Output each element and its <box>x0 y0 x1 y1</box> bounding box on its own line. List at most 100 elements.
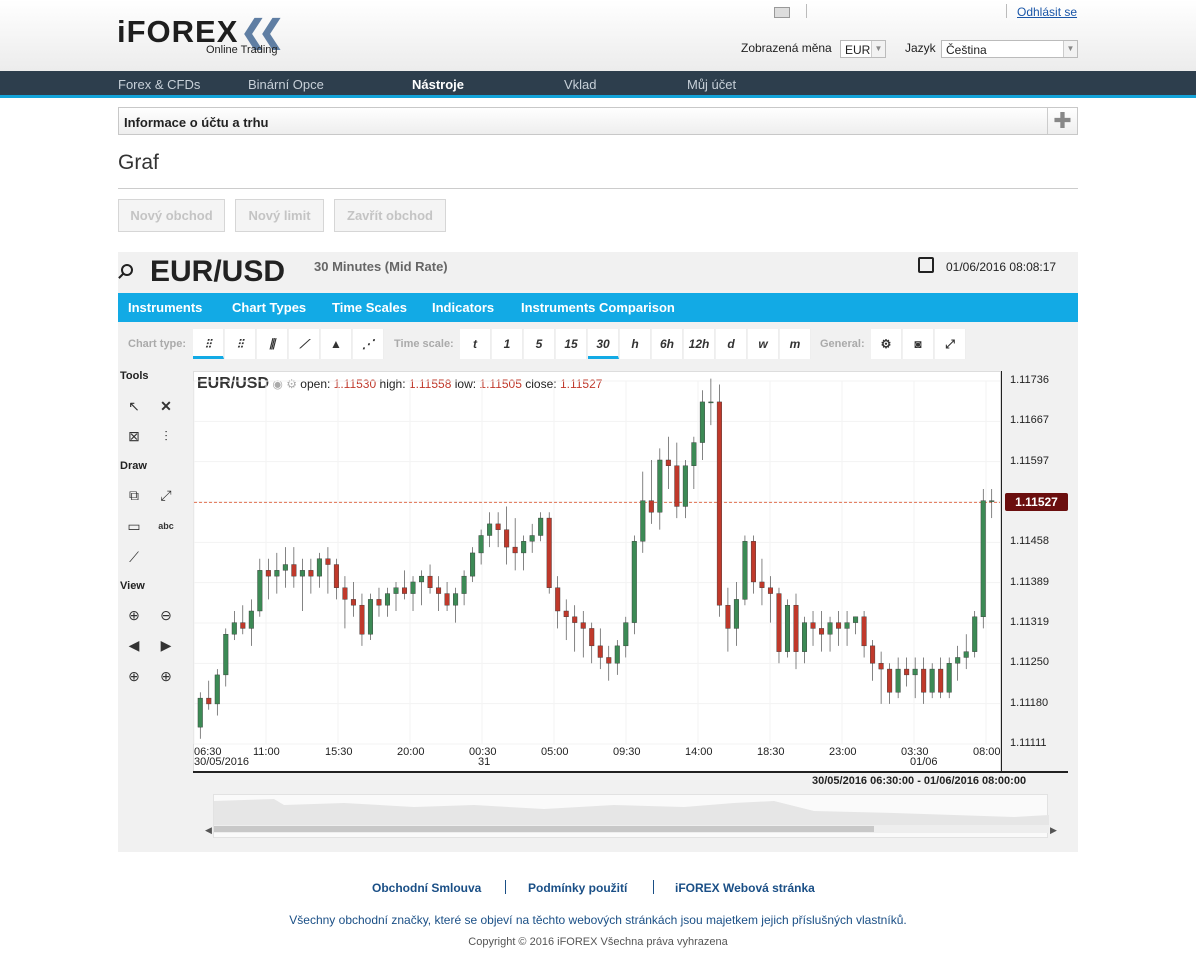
candle-body[interactable] <box>504 529 510 548</box>
candle-body[interactable] <box>521 541 527 554</box>
candle-body[interactable] <box>231 622 237 635</box>
candle-body[interactable] <box>572 616 578 623</box>
candle-body[interactable] <box>767 587 773 594</box>
candle-body[interactable] <box>887 668 893 693</box>
candle-body[interactable] <box>827 622 833 635</box>
candle-body[interactable] <box>759 581 765 588</box>
candle-body[interactable] <box>563 610 569 618</box>
candle-body[interactable] <box>350 599 356 606</box>
candle-body[interactable] <box>487 523 493 536</box>
candle-body[interactable] <box>240 622 246 629</box>
candle-body[interactable] <box>453 593 459 606</box>
candle-body[interactable] <box>265 570 271 577</box>
candle-body[interactable] <box>299 570 305 577</box>
candle-body[interactable] <box>223 634 229 676</box>
candle-body[interactable] <box>733 599 739 629</box>
candle-body[interactable] <box>938 668 944 693</box>
candle-body[interactable] <box>980 500 986 618</box>
candle-body[interactable] <box>708 401 714 404</box>
candle-body[interactable] <box>376 599 382 606</box>
candle-body[interactable] <box>274 570 280 577</box>
candle-body[interactable] <box>895 668 901 693</box>
candle-body[interactable] <box>623 622 629 647</box>
candle-body[interactable] <box>512 546 518 554</box>
candle-body[interactable] <box>742 541 748 600</box>
candle-body[interactable] <box>776 593 782 652</box>
candle-body[interactable] <box>546 517 552 588</box>
navigator-left-arrow-icon[interactable]: ◀ <box>205 825 212 836</box>
candle-body[interactable] <box>444 593 450 606</box>
candle-body[interactable] <box>989 500 995 502</box>
candle-body[interactable] <box>597 645 603 658</box>
candle-body[interactable] <box>929 668 935 693</box>
candle-body[interactable] <box>410 581 416 594</box>
candle-body[interactable] <box>495 523 501 530</box>
candle-body[interactable] <box>197 697 203 728</box>
candle-body[interactable] <box>810 622 816 629</box>
candle-body[interactable] <box>904 668 910 676</box>
candle-body[interactable] <box>384 593 390 606</box>
candle-body[interactable] <box>308 570 314 577</box>
candle-body[interactable] <box>640 500 646 542</box>
candle-body[interactable] <box>682 465 688 507</box>
candle-body[interactable] <box>674 465 680 507</box>
candle-body[interactable] <box>529 535 535 542</box>
candle-body[interactable] <box>861 616 867 647</box>
candle-body[interactable] <box>402 587 408 594</box>
candle-body[interactable] <box>631 541 637 623</box>
candle-body[interactable] <box>648 500 654 513</box>
candle-body[interactable] <box>436 587 442 594</box>
candle-body[interactable] <box>580 622 586 629</box>
candle-body[interactable] <box>614 645 620 664</box>
candle-body[interactable] <box>555 587 561 612</box>
candle-body[interactable] <box>214 674 220 705</box>
candle-body[interactable] <box>946 663 952 693</box>
candle-body[interactable] <box>716 401 722 606</box>
candle-body[interactable] <box>750 541 756 583</box>
footer-link-terms[interactable]: Podmínky použití <box>528 881 627 895</box>
candle-body[interactable] <box>419 575 425 583</box>
candle-body[interactable] <box>802 622 808 652</box>
candle-body[interactable] <box>257 570 263 612</box>
candle-body[interactable] <box>427 575 433 588</box>
candle-body[interactable] <box>819 628 825 635</box>
candle-body[interactable] <box>784 604 790 652</box>
candle-body[interactable] <box>963 651 969 658</box>
candle-body[interactable] <box>291 564 297 577</box>
candle-body[interactable] <box>478 535 484 554</box>
chart-navigator[interactable] <box>213 794 1049 838</box>
candle-body[interactable] <box>793 604 799 652</box>
candle-body[interactable] <box>359 604 365 635</box>
candle-body[interactable] <box>248 610 254 629</box>
candle-body[interactable] <box>699 401 705 443</box>
candle-body[interactable] <box>836 622 842 629</box>
candle-body[interactable] <box>367 599 373 635</box>
candle-body[interactable] <box>725 604 731 629</box>
candle-body[interactable] <box>870 645 876 664</box>
candle-body[interactable] <box>921 668 927 693</box>
candle-body[interactable] <box>878 663 884 670</box>
candle-body[interactable] <box>393 587 399 594</box>
candle-body[interactable] <box>657 459 663 513</box>
candle-body[interactable] <box>470 552 476 577</box>
candle-body[interactable] <box>912 668 918 676</box>
candle-body[interactable] <box>206 697 212 705</box>
candle-body[interactable] <box>955 657 961 664</box>
footer-link-website[interactable]: iFOREX Webová stránka <box>675 881 815 895</box>
candle-body[interactable] <box>606 657 612 664</box>
candle-body[interactable] <box>538 517 544 536</box>
candle-body[interactable] <box>589 628 595 647</box>
candle-body[interactable] <box>342 587 348 600</box>
candle-body[interactable] <box>972 616 978 652</box>
navigator-right-arrow-icon[interactable]: ▶ <box>1050 825 1057 836</box>
candle-body[interactable] <box>691 442 697 466</box>
candle-body[interactable] <box>316 558 322 577</box>
candle-body[interactable] <box>461 575 467 594</box>
candle-body[interactable] <box>333 564 339 588</box>
footer-link-agreement[interactable]: Obchodní Smlouva <box>372 881 481 895</box>
candle-body[interactable] <box>665 459 671 466</box>
candle-body[interactable] <box>844 622 850 629</box>
candle-body[interactable] <box>853 616 859 623</box>
candle-body[interactable] <box>325 558 331 565</box>
candle-body[interactable] <box>282 564 288 571</box>
